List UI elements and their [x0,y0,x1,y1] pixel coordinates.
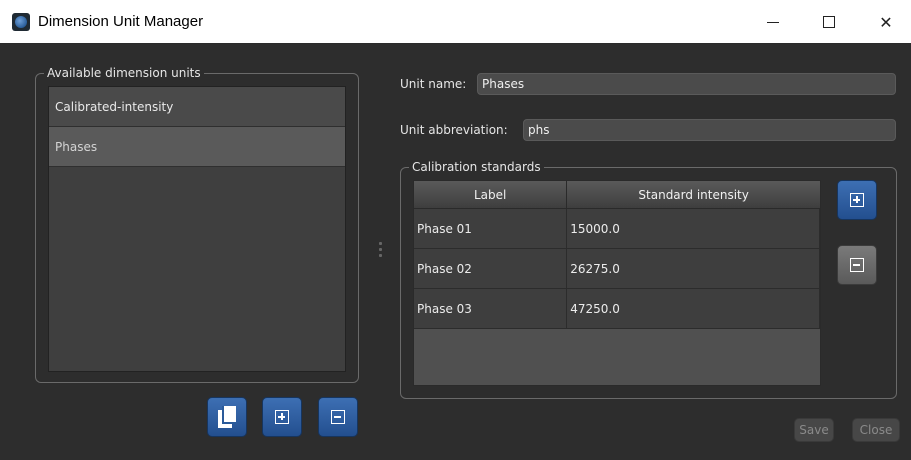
unit-abbreviation-label: Unit abbreviation: [400,123,508,137]
add-icon [275,410,289,424]
table-cell-label[interactable]: Phase 01 [414,209,568,248]
maximize-icon [823,16,835,28]
window-title: Dimension Unit Manager [38,13,204,30]
table-cell-intensity[interactable]: 47250.0 [567,289,820,328]
close-icon: ✕ [879,12,893,32]
table-cell-label[interactable]: Phase 03 [414,289,568,328]
table-cell-intensity[interactable]: 15000.0 [567,209,820,248]
save-button[interactable]: Save [794,418,834,442]
list-item-calibrated-intensity[interactable]: Calibrated-intensity [49,87,345,127]
title-bar: Dimension Unit Manager ✕ [0,0,911,44]
unit-abbreviation-field[interactable]: phs [523,119,896,141]
remove-unit-button[interactable] [318,397,358,437]
table-cell-intensity[interactable]: 26275.0 [567,249,820,288]
splitter-handle[interactable] [379,242,382,266]
close-window-button[interactable]: ✕ [863,0,909,44]
minimize-button[interactable] [750,0,796,44]
remove-icon [331,410,345,424]
table-row[interactable]: Phase 02 26275.0 [414,249,820,289]
copy-icon [218,406,236,428]
available-units-group-title: Available dimension units [44,65,204,81]
calibration-table[interactable]: Label Standard intensity Phase 01 15000.… [413,180,821,386]
column-header-label[interactable]: Label [414,181,568,208]
app-logo-icon [12,13,30,31]
table-row[interactable]: Phase 01 15000.0 [414,209,820,249]
table-row[interactable]: Phase 03 47250.0 [414,289,820,329]
remove-standard-button[interactable] [837,245,877,285]
unit-list[interactable]: Calibrated-intensity Phases [48,86,346,372]
unit-name-label: Unit name: [400,77,467,91]
table-header: Label Standard intensity [414,181,820,209]
calibration-standards-group-title: Calibration standards [409,159,544,175]
add-unit-button[interactable] [262,397,302,437]
list-item-phases[interactable]: Phases [49,127,345,167]
add-standard-button[interactable] [837,180,877,220]
add-icon [850,193,864,207]
close-button[interactable]: Close [852,418,900,442]
unit-name-field[interactable]: Phases [477,73,896,95]
table-cell-label[interactable]: Phase 02 [414,249,568,288]
remove-icon [850,258,864,272]
minimize-icon [767,21,779,23]
column-header-standard-intensity[interactable]: Standard intensity [567,181,820,208]
copy-unit-button[interactable] [207,397,247,437]
maximize-button[interactable] [806,0,852,44]
available-units-group: Available dimension units Calibrated-int… [35,65,359,383]
